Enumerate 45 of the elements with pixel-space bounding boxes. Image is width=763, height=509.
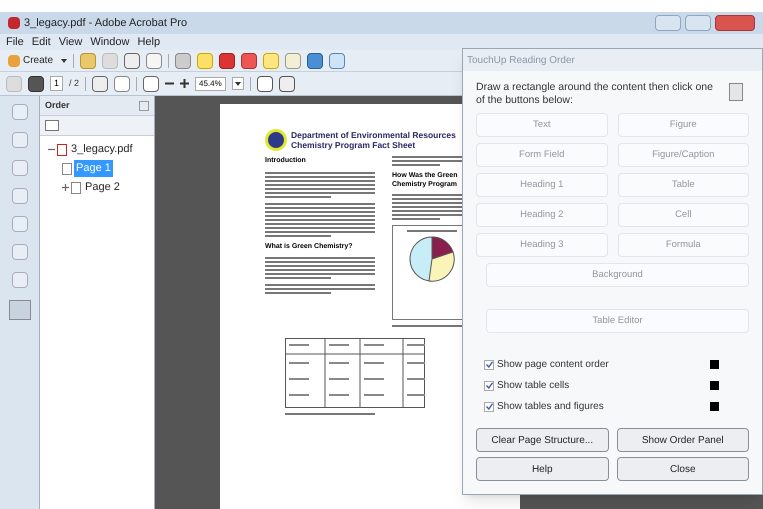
panel-title: Order bbox=[45, 98, 70, 112]
page-count: / 2 bbox=[69, 76, 80, 90]
menu-item[interactable]: View bbox=[58, 34, 82, 50]
menu-item[interactable]: File bbox=[6, 34, 24, 50]
checkbox[interactable] bbox=[484, 402, 494, 412]
window-title: 3_legacy.pdf - Adobe Acrobat Pro bbox=[24, 16, 188, 31]
tree-item[interactable]: 3_legacy.pdf bbox=[69, 141, 135, 158]
dialog-button[interactable]: Help bbox=[476, 457, 608, 481]
maximize-button[interactable] bbox=[685, 15, 711, 31]
dialog-button[interactable]: Close bbox=[616, 457, 749, 481]
checkbox[interactable] bbox=[484, 380, 494, 390]
color-swatch[interactable] bbox=[710, 402, 719, 411]
menu-item[interactable]: Window bbox=[90, 34, 130, 50]
collapse-toggle-icon[interactable] bbox=[48, 146, 55, 153]
zoom-in-icon[interactable] bbox=[180, 79, 190, 88]
document-heading: Department of Environmental Resources bbox=[291, 130, 456, 140]
seal-logo-icon bbox=[265, 129, 287, 151]
pie-chart-drawing bbox=[409, 236, 455, 282]
zoom-dropdown-button[interactable] bbox=[232, 77, 244, 90]
close-button[interactable] bbox=[715, 15, 755, 31]
dropdown-caret-icon[interactable] bbox=[61, 58, 68, 62]
minimize-button[interactable] bbox=[655, 15, 681, 31]
color-swatch[interactable] bbox=[710, 381, 719, 390]
create-button[interactable]: Create bbox=[6, 53, 56, 68]
page-number-field[interactable]: 1 bbox=[50, 76, 64, 92]
dialog-button[interactable]: Clear Page Structure... bbox=[476, 428, 608, 452]
checkbox-label: Show page content order bbox=[497, 358, 609, 372]
pdf-file-icon bbox=[57, 144, 67, 156]
zoom-field[interactable]: 45.4% bbox=[195, 76, 226, 90]
tree-item[interactable]: Page 2 bbox=[83, 179, 122, 196]
body-text-lines bbox=[392, 325, 462, 327]
document-heading: Chemistry Program Fact Sheet bbox=[291, 140, 416, 150]
caret-icon[interactable] bbox=[234, 82, 241, 86]
color-swatch[interactable] bbox=[710, 360, 719, 369]
instruction-text: Draw a rectangle around the content then click one of the buttons below: bbox=[476, 81, 714, 107]
expand-toggle-icon[interactable] bbox=[62, 184, 69, 191]
page-icon bbox=[71, 182, 81, 194]
menu-item[interactable]: Help bbox=[137, 34, 160, 50]
dialog-title: TouchUp Reading Order bbox=[467, 54, 575, 68]
checkbox-label: Show tables and figures bbox=[497, 400, 604, 414]
checkbox[interactable] bbox=[484, 360, 494, 370]
menu-item[interactable]: Edit bbox=[32, 34, 51, 50]
checkbox-label: Show table cells bbox=[497, 379, 570, 393]
dialog-button[interactable]: Show Order Panel bbox=[616, 428, 749, 452]
page-icon bbox=[62, 162, 72, 174]
